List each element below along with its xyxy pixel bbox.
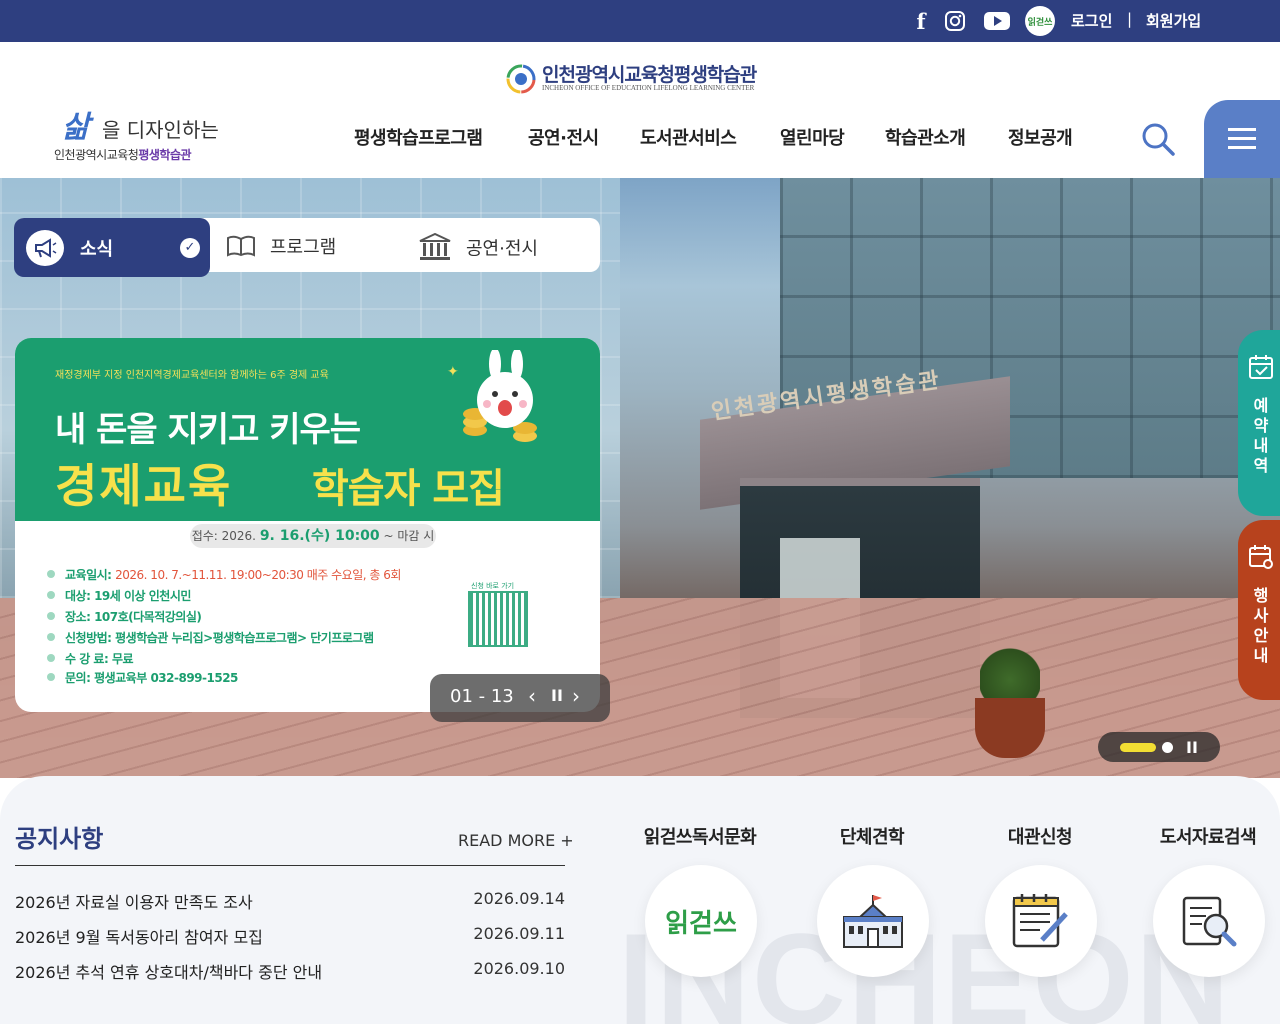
notice-row-date: 2026.09.10 [473,959,565,978]
instagram-icon[interactable] [943,6,967,36]
notice-row-title: 2026년 9월 독서동아리 참여자 모집 [15,928,263,947]
youtube-icon[interactable] [983,6,1011,36]
document-search-icon [1153,865,1265,977]
indicator-dot[interactable] [1162,742,1173,753]
nav-info-disclosure[interactable]: 정보공개 [1008,124,1073,154]
banner-headline: 내 돈을 지키고 키우는 [55,410,361,450]
notice-row-date: 2026.09.11 [473,924,565,943]
banner-kicker: 재정경제부 지정 인천지역경제교육센터와 함께하는 6주 경제 교육 [55,370,329,381]
tab-performance-label: 공연·전시 [466,238,538,260]
indicator-active[interactable] [1120,743,1156,752]
check-icon: ✓ [180,238,200,258]
notice-row[interactable]: 2026년 자료실 이용자 만족도 조사 2026.09.14 [15,889,565,913]
login-link[interactable]: 로그인 [1071,10,1112,31]
notice-row-title: 2026년 추석 연휴 상호대차/책바다 중단 안내 [15,963,323,982]
notice-divider [15,865,565,866]
org-name: 인천광역시교육청평생학습관 [54,148,192,162]
notice-row-date: 2026.09.14 [473,889,565,908]
info-schedule: 교육일시: 2026. 10. 7.~11.11. 19:00~20:30 매주… [47,568,401,582]
bottom-section: INCHEON 공지사항 READ MORE + 2026년 자료실 이용자 만… [0,776,1280,1024]
promo-banner[interactable]: 재정경제부 지정 인천지역경제교육센터와 함께하는 6주 경제 교육 내 돈을 … [15,338,600,712]
quick-book-search-label: 도서자료검색 [1159,827,1257,848]
join-link[interactable]: 회원가입 [1146,10,1201,31]
quick-group-tour-label: 단체견학 [839,827,905,848]
info-target: 대상: 19세 이상 인천시민 [47,589,191,603]
all-menu-button[interactable] [1204,100,1280,178]
hero-visual: 인천광역시평생학습관 소식 ✓ 프로그램 공연·전시 재정경제부 지정 인천지역… [0,178,1280,778]
calendar-gear-icon [1249,545,1273,569]
quick-group-tour[interactable]: 단체견학 [797,823,947,1023]
info-apply: 신청방법: 평생학습관 누리집>평생학습프로그램> 단기프로그램 [47,631,374,645]
hero-pause-button[interactable]: II [1186,738,1198,757]
banner-headline-sub: 학습자 모집 [312,466,505,512]
notice-row[interactable]: 2026년 추석 연휴 상호대차/책바다 중단 안내 2026.09.10 [15,959,565,983]
quick-reading-culture-label: 읽걷쓰독서문화 [643,827,757,848]
banner-headline-main: 경제교육 [55,459,233,513]
school-building-icon [817,865,929,977]
form-pencil-icon [985,865,1097,977]
tab-news[interactable]: 소식 ✓ [14,218,210,277]
side-event-button[interactable]: 행사안내 [1238,520,1280,700]
notice-row-title: 2026년 자료실 이용자 만족도 조사 [15,893,253,912]
center-logo[interactable]: 인천광역시교육청평생학습관 INCHEON OFFICE OF EDUCATIO… [505,60,785,96]
flower-pot [975,698,1045,758]
nav-library-service[interactable]: 도서관서비스 [640,124,737,154]
center-logo-title: 인천광역시교육청평생학습관 [542,64,757,86]
irudam-icon[interactable]: 읽걷쓰 [1025,6,1055,36]
info-contact: 문의: 평생교육부 032-899-1525 [47,671,238,685]
info-fee: 수 강 료: 무료 [46,652,134,666]
side-reservation-label: 예약내역 [1253,396,1269,475]
site-header: 인천광역시교육청평생학습관 INCHEON OFFICE OF EDUCATIO… [0,42,1280,178]
nav-about[interactable]: 학습관소개 [885,124,966,154]
irudam-logo: 읽걷쓰 [1025,6,1055,36]
slide-controller: 01 - 13 ‹ II › [430,674,610,722]
hero-slide-indicator: II [1098,732,1220,762]
tab-performance[interactable]: 공연·전시 [418,232,538,266]
pause-slide-button[interactable]: II [551,686,563,705]
side-reservation-button[interactable]: 예약내역 [1238,330,1280,516]
read-more-link[interactable]: READ MORE + [458,831,574,850]
megaphone-icon [26,230,64,266]
search-button[interactable] [1139,120,1179,160]
prev-slide-button[interactable]: ‹ [528,684,536,708]
qr-label: 신청 바로 가기 [471,582,515,590]
nav-open-forum[interactable]: 열린마당 [780,124,845,154]
bunny-mascot-icon: ✦ [447,350,537,442]
quick-reading-culture[interactable]: 읽걷쓰독서문화 읽걷쓰 [625,823,775,1023]
next-slide-button[interactable]: › [572,684,580,708]
nav-performance[interactable]: 공연·전시 [528,124,599,154]
museum-icon [418,232,452,266]
quick-facility-rental-label: 대관신청 [1007,827,1073,848]
facebook-icon[interactable]: f [910,6,932,36]
hamburger-icon [1228,128,1256,149]
irudam-logo-icon: 읽걷쓰 [645,865,757,977]
notice-row[interactable]: 2026년 9월 독서동아리 참여자 모집 2026.09.11 [15,924,565,948]
deadline-pill: 접수: 2026. 9. 16.(수) 10:00 ~ 마감 시 [190,524,436,548]
hero-tab-bar: 소식 ✓ 프로그램 공연·전시 [14,218,600,277]
book-icon [226,234,256,263]
tab-program[interactable]: 프로그램 [226,233,336,263]
top-utility-bar: f 읽걷쓰 로그인 | 회원가입 [0,0,1280,42]
slide-counter: 01 - 13 [450,686,514,707]
search-icon [1142,123,1175,156]
tab-program-label: 프로그램 [270,237,337,258]
svg-text:✦: ✦ [447,364,459,380]
nav-lifelong-program[interactable]: 평생학습프로그램 [354,124,483,154]
center-logo-subtitle: INCHEON OFFICE OF EDUCATION LIFELONG LEA… [542,84,755,92]
notice-title: 공지사항 [15,825,104,853]
slogan-text: 을 디자인하는 [102,118,219,142]
quick-book-search[interactable]: 도서자료검색 [1133,823,1280,1023]
quick-facility-rental[interactable]: 대관신청 [965,823,1115,1023]
center-logo-icon [506,64,536,94]
side-event-label: 행사안내 [1253,586,1269,665]
slogan-logo[interactable]: 삶 을 디자인하는 인천광역시교육청평생학습관 [52,102,252,166]
qr-code-icon[interactable] [468,591,528,647]
calendar-check-icon [1249,355,1273,379]
divider: | [1127,10,1133,28]
tab-news-label: 소식 [80,239,114,260]
slogan-emphasis: 삶 [62,110,90,145]
info-place: 장소: 107호(다목적강의실) [46,610,202,624]
